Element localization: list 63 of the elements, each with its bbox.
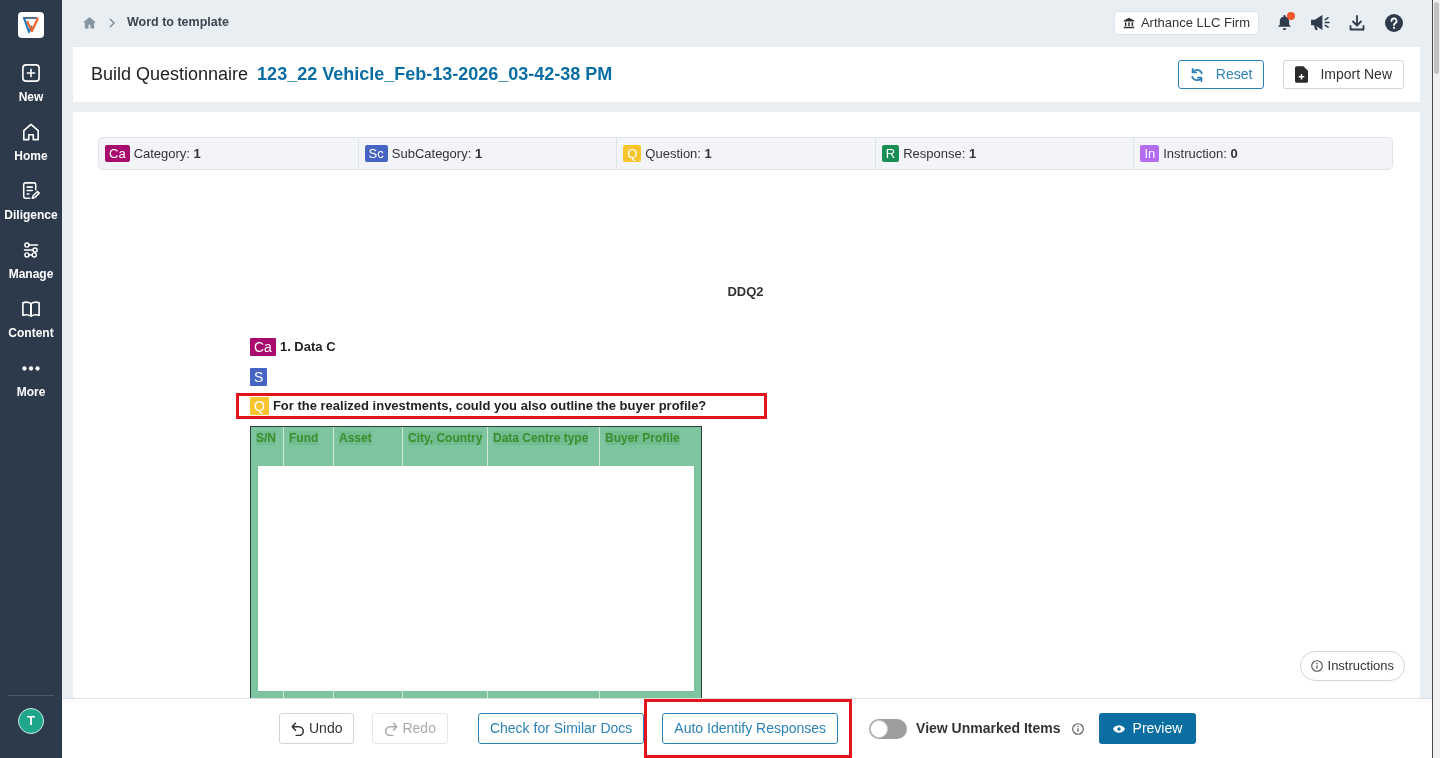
info-icon[interactable] [1071, 722, 1084, 735]
count-label: Instruction: 0 [1163, 144, 1238, 163]
sliders-icon [22, 241, 40, 259]
table-header-cell: Data Centre type [488, 427, 600, 465]
redo-icon [384, 721, 399, 736]
firm-selector[interactable]: Arthance LLC Firm [1113, 10, 1259, 35]
nav-item[interactable]: Diligence [0, 182, 62, 241]
home-icon[interactable] [82, 16, 97, 29]
type-badge: Q [623, 145, 642, 162]
document-name: 123_22 Vehicle_Feb-13-2026_03-42-38 PM [257, 63, 613, 86]
house-icon [22, 123, 40, 141]
outline-button[interactable]: Check for Similar Docs [477, 713, 645, 744]
help-icon[interactable] [1385, 13, 1403, 32]
sync-icon [1189, 67, 1204, 82]
eye-icon [1112, 724, 1125, 733]
document-heading: DDQ2 [727, 283, 764, 301]
type-badge: In [1140, 145, 1160, 162]
toggle-label: View Unmarked Items [916, 719, 1061, 738]
nav-item[interactable]: Manage [0, 241, 62, 300]
count-label: SubCategory: 1 [391, 144, 483, 163]
bank-icon [1122, 16, 1135, 29]
app-logo-icon[interactable] [18, 12, 44, 38]
bell-icon[interactable] [1277, 14, 1292, 31]
chevron-right-icon [109, 17, 115, 28]
table-header-cell: Buyer Profile [600, 427, 701, 465]
type-badge: S [250, 368, 268, 386]
instructions-button[interactable]: Instructions [1299, 651, 1405, 681]
file-plus-icon [1295, 66, 1309, 83]
undo-button[interactable]: Undo [279, 713, 355, 744]
type-badge: Ca [250, 338, 276, 356]
table-header-cell: Fund [284, 427, 334, 465]
undo-icon [291, 721, 305, 736]
scrollbar[interactable] [1432, 0, 1440, 758]
open-book-icon [22, 300, 40, 318]
plus-square-icon [22, 64, 40, 82]
type-badge: Sc [364, 145, 388, 162]
nav-item[interactable]: More [0, 359, 62, 418]
info-icon [1310, 660, 1323, 672]
table-header-cell: Asset [334, 427, 403, 465]
toggle-switch[interactable] [869, 718, 908, 739]
outline-button[interactable]: Auto Identify Responses [662, 713, 839, 744]
table-header-cell: S/N [251, 427, 284, 465]
megaphone-icon[interactable] [1310, 14, 1331, 31]
nav-item[interactable]: Home [0, 123, 62, 182]
count-label: Response: 1 [903, 144, 977, 163]
download-icon[interactable] [1349, 14, 1365, 31]
page-title: Build Questionnaire [91, 63, 249, 86]
preview-button[interactable]: Preview [1098, 713, 1197, 744]
more-dots-icon [22, 365, 40, 371]
nav-item[interactable]: Content [0, 300, 62, 359]
document-pen-icon [22, 182, 40, 200]
reset-button[interactable]: Reset [1177, 60, 1265, 89]
table-header-cell: City, Country [403, 427, 488, 465]
type-badge: Q [250, 397, 269, 415]
block-text: For the realized investments, could you also outline the buyer profile? [272, 397, 707, 416]
breadcrumb-link[interactable]: Word to template [127, 13, 229, 32]
type-badge: Ca [105, 145, 130, 162]
count-label: Question: 1 [645, 144, 712, 163]
nav-item[interactable]: New [0, 64, 62, 123]
import-button[interactable]: Import New [1283, 60, 1404, 89]
count-label: Category: 1 [133, 144, 201, 163]
type-badge: R [881, 145, 900, 162]
block-text: 1. Data C [279, 338, 336, 357]
